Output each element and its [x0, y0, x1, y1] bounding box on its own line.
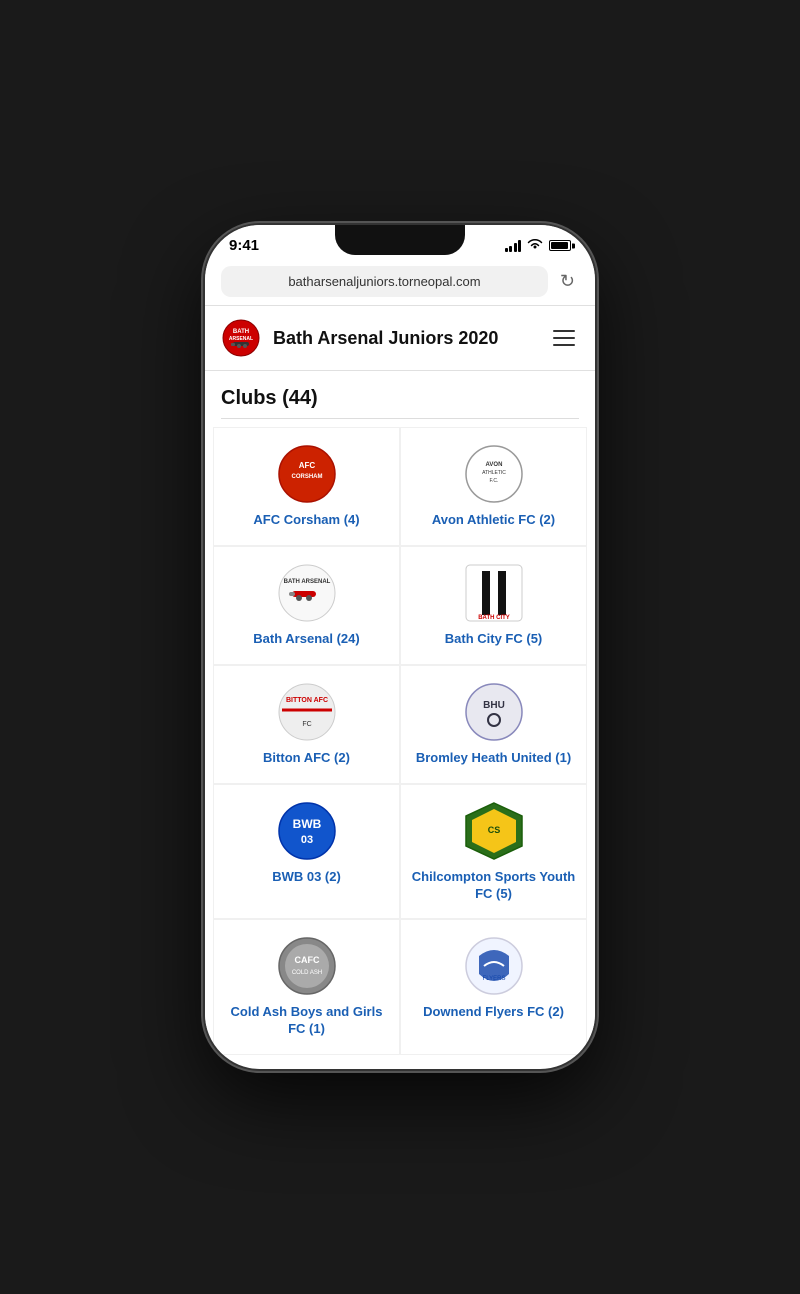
clubs-header: Clubs (44) [205, 371, 595, 427]
svg-text:BWB: BWB [292, 817, 321, 831]
svg-text:COLD ASH: COLD ASH [291, 970, 321, 976]
svg-text:BATH: BATH [233, 329, 249, 335]
club-name: Cold Ash Boys and Girls FC (1) [222, 1004, 391, 1038]
club-emblem: BITTON AFC FC [277, 682, 337, 742]
club-name: Bromley Heath United (1) [416, 750, 571, 767]
svg-text:AFC: AFC [298, 461, 315, 470]
club-emblem: CS [464, 801, 524, 861]
club-item[interactable]: BATH CITY Bath City FC (5) [400, 546, 587, 665]
svg-text:CAFC: CAFC [294, 955, 319, 965]
club-item[interactable]: FLYERS Downend Flyers FC (2) [400, 919, 587, 1055]
club-name: Chilcompton Sports Youth FC (5) [409, 869, 578, 903]
club-item[interactable]: BATH ARSENAL Bath Arsenal (24) [213, 546, 400, 665]
club-emblem: BATH ARSENAL [277, 563, 337, 623]
club-item[interactable]: AVON ATHLETIC F.C. Avon Athletic FC (2) [400, 427, 587, 546]
status-icons [505, 238, 572, 253]
club-name: Bath City FC (5) [445, 631, 543, 648]
club-name: Bitton AFC (2) [263, 750, 350, 767]
svg-text:BITTON AFC: BITTON AFC [286, 697, 328, 704]
clubs-grid: AFC CORSHAM AFC Corsham (4) AVON [213, 427, 587, 1055]
clubs-grid-container: AFC CORSHAM AFC Corsham (4) AVON [205, 427, 595, 1055]
club-emblem: CAFC COLD ASH [277, 936, 337, 996]
club-name: AFC Corsham (4) [253, 512, 359, 529]
svg-text:BATH ARSENAL: BATH ARSENAL [283, 579, 330, 585]
svg-text:03: 03 [300, 834, 312, 846]
club-emblem: BHU [464, 682, 524, 742]
app-title: Bath Arsenal Juniors 2020 [273, 328, 549, 349]
clubs-title: Clubs (44) [221, 387, 579, 410]
club-emblem: BWB 03 [277, 801, 337, 861]
app-header: BATH ARSENAL Bath Arsenal Juniors 2020 [205, 306, 595, 371]
club-logo: BATH ARSENAL [221, 318, 261, 358]
browser-bar: batharsenaljuniors.torneopal.com ↻ [205, 258, 595, 306]
signal-icon [505, 240, 522, 252]
club-item[interactable]: AFC CORSHAM AFC Corsham (4) [213, 427, 400, 546]
club-name: Downend Flyers FC (2) [423, 1004, 564, 1021]
refresh-button[interactable]: ↻ [556, 267, 579, 296]
svg-text:FC: FC [302, 721, 311, 728]
club-emblem: AFC CORSHAM [277, 444, 337, 504]
status-time: 9:41 [229, 237, 259, 254]
club-emblem: BATH CITY [464, 563, 524, 623]
battery-icon [549, 240, 571, 251]
club-name: Avon Athletic FC (2) [432, 512, 555, 529]
svg-text:F.C.: F.C. [489, 478, 498, 484]
svg-text:ARSENAL: ARSENAL [229, 336, 253, 342]
svg-text:ATHLETIC: ATHLETIC [482, 470, 506, 476]
club-item[interactable]: BWB 03 BWB 03 (2) [213, 784, 400, 920]
svg-text:BATH CITY: BATH CITY [478, 615, 510, 621]
club-emblem: FLYERS [464, 936, 524, 996]
clubs-divider [221, 418, 579, 419]
main-content: Clubs (44) AFC CORSHAM AFC [205, 371, 595, 1055]
svg-text:BHU: BHU [483, 700, 505, 711]
club-name: BWB 03 (2) [272, 869, 341, 886]
club-item[interactable]: BITTON AFC FC Bitton AFC (2) [213, 665, 400, 784]
club-item[interactable]: BHU Bromley Heath United (1) [400, 665, 587, 784]
club-name: Bath Arsenal (24) [253, 631, 359, 648]
svg-text:AVON: AVON [485, 462, 502, 468]
club-item[interactable]: CAFC COLD ASH Cold Ash Boys and Girls FC… [213, 919, 400, 1055]
url-bar[interactable]: batharsenaljuniors.torneopal.com [221, 266, 548, 297]
hamburger-menu[interactable] [549, 326, 579, 350]
svg-text:FLYERS: FLYERS [482, 976, 505, 982]
club-item[interactable]: CS Chilcompton Sports Youth FC (5) [400, 784, 587, 920]
club-emblem: AVON ATHLETIC F.C. [464, 444, 524, 504]
wifi-icon [527, 238, 543, 253]
svg-text:CORSHAM: CORSHAM [291, 474, 322, 480]
svg-text:CS: CS [487, 825, 500, 835]
